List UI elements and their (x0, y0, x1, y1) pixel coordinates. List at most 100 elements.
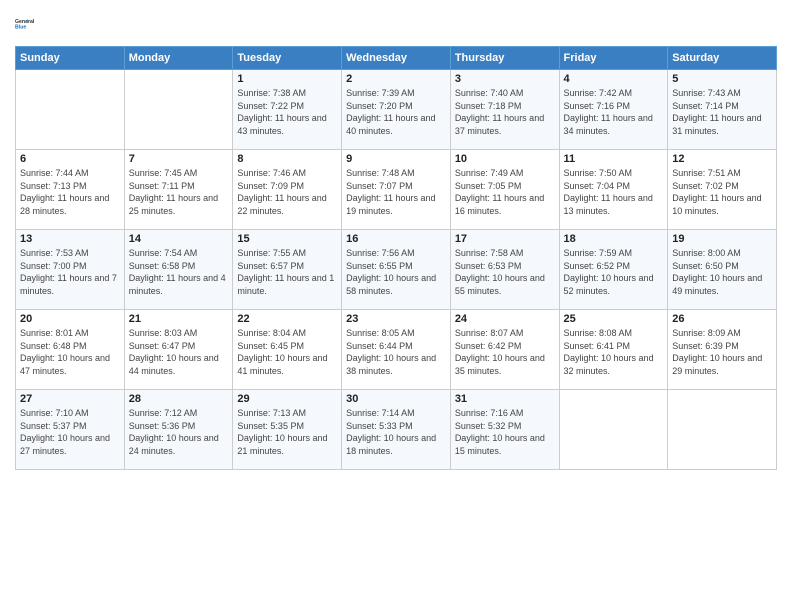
day-number: 8 (237, 153, 337, 165)
day-info: Sunrise: 7:39 AMSunset: 7:20 PMDaylight:… (346, 87, 446, 137)
day-cell: 7 Sunrise: 7:45 AMSunset: 7:11 PMDayligh… (124, 150, 233, 230)
day-info: Sunrise: 7:58 AMSunset: 6:53 PMDaylight:… (455, 247, 555, 297)
day-cell: 4 Sunrise: 7:42 AMSunset: 7:16 PMDayligh… (559, 70, 668, 150)
logo: General Blue (15, 10, 43, 38)
day-info: Sunrise: 7:13 AMSunset: 5:35 PMDaylight:… (237, 407, 337, 457)
day-number: 5 (672, 73, 772, 85)
day-info: Sunrise: 8:04 AMSunset: 6:45 PMDaylight:… (237, 327, 337, 377)
day-cell: 3 Sunrise: 7:40 AMSunset: 7:18 PMDayligh… (450, 70, 559, 150)
day-number: 27 (20, 393, 120, 405)
day-cell: 29 Sunrise: 7:13 AMSunset: 5:35 PMDaylig… (233, 390, 342, 470)
day-cell: 14 Sunrise: 7:54 AMSunset: 6:58 PMDaylig… (124, 230, 233, 310)
day-info: Sunrise: 8:00 AMSunset: 6:50 PMDaylight:… (672, 247, 772, 297)
day-number: 10 (455, 153, 555, 165)
day-number: 12 (672, 153, 772, 165)
day-cell: 25 Sunrise: 8:08 AMSunset: 6:41 PMDaylig… (559, 310, 668, 390)
col-header-friday: Friday (559, 47, 668, 70)
day-info: Sunrise: 7:49 AMSunset: 7:05 PMDaylight:… (455, 167, 555, 217)
day-number: 7 (129, 153, 229, 165)
day-info: Sunrise: 7:51 AMSunset: 7:02 PMDaylight:… (672, 167, 772, 217)
day-info: Sunrise: 7:43 AMSunset: 7:14 PMDaylight:… (672, 87, 772, 137)
svg-text:Blue: Blue (15, 24, 26, 30)
day-number: 11 (564, 153, 664, 165)
day-cell: 13 Sunrise: 7:53 AMSunset: 7:00 PMDaylig… (16, 230, 125, 310)
day-cell: 11 Sunrise: 7:50 AMSunset: 7:04 PMDaylig… (559, 150, 668, 230)
day-cell (668, 390, 777, 470)
day-cell: 1 Sunrise: 7:38 AMSunset: 7:22 PMDayligh… (233, 70, 342, 150)
day-cell: 6 Sunrise: 7:44 AMSunset: 7:13 PMDayligh… (16, 150, 125, 230)
day-cell: 18 Sunrise: 7:59 AMSunset: 6:52 PMDaylig… (559, 230, 668, 310)
day-info: Sunrise: 7:10 AMSunset: 5:37 PMDaylight:… (20, 407, 120, 457)
day-cell: 15 Sunrise: 7:55 AMSunset: 6:57 PMDaylig… (233, 230, 342, 310)
day-number: 4 (564, 73, 664, 85)
col-header-wednesday: Wednesday (342, 47, 451, 70)
day-cell: 27 Sunrise: 7:10 AMSunset: 5:37 PMDaylig… (16, 390, 125, 470)
day-number: 14 (129, 233, 229, 245)
day-number: 30 (346, 393, 446, 405)
day-cell: 31 Sunrise: 7:16 AMSunset: 5:32 PMDaylig… (450, 390, 559, 470)
day-number: 31 (455, 393, 555, 405)
day-number: 26 (672, 313, 772, 325)
day-info: Sunrise: 8:09 AMSunset: 6:39 PMDaylight:… (672, 327, 772, 377)
header: General Blue (15, 10, 777, 38)
header-row: SundayMondayTuesdayWednesdayThursdayFrid… (16, 47, 777, 70)
day-info: Sunrise: 7:40 AMSunset: 7:18 PMDaylight:… (455, 87, 555, 137)
day-number: 2 (346, 73, 446, 85)
day-cell: 2 Sunrise: 7:39 AMSunset: 7:20 PMDayligh… (342, 70, 451, 150)
day-number: 13 (20, 233, 120, 245)
col-header-monday: Monday (124, 47, 233, 70)
day-info: Sunrise: 7:56 AMSunset: 6:55 PMDaylight:… (346, 247, 446, 297)
week-row-5: 27 Sunrise: 7:10 AMSunset: 5:37 PMDaylig… (16, 390, 777, 470)
day-cell: 5 Sunrise: 7:43 AMSunset: 7:14 PMDayligh… (668, 70, 777, 150)
col-header-thursday: Thursday (450, 47, 559, 70)
day-number: 18 (564, 233, 664, 245)
day-number: 16 (346, 233, 446, 245)
day-cell: 9 Sunrise: 7:48 AMSunset: 7:07 PMDayligh… (342, 150, 451, 230)
day-cell: 20 Sunrise: 8:01 AMSunset: 6:48 PMDaylig… (16, 310, 125, 390)
col-header-tuesday: Tuesday (233, 47, 342, 70)
day-info: Sunrise: 7:45 AMSunset: 7:11 PMDaylight:… (129, 167, 229, 217)
day-info: Sunrise: 8:07 AMSunset: 6:42 PMDaylight:… (455, 327, 555, 377)
day-info: Sunrise: 8:05 AMSunset: 6:44 PMDaylight:… (346, 327, 446, 377)
day-info: Sunrise: 7:55 AMSunset: 6:57 PMDaylight:… (237, 247, 337, 297)
day-number: 21 (129, 313, 229, 325)
day-number: 24 (455, 313, 555, 325)
day-info: Sunrise: 7:38 AMSunset: 7:22 PMDaylight:… (237, 87, 337, 137)
day-cell: 22 Sunrise: 8:04 AMSunset: 6:45 PMDaylig… (233, 310, 342, 390)
day-cell (559, 390, 668, 470)
day-number: 9 (346, 153, 446, 165)
day-cell: 16 Sunrise: 7:56 AMSunset: 6:55 PMDaylig… (342, 230, 451, 310)
day-info: Sunrise: 8:03 AMSunset: 6:47 PMDaylight:… (129, 327, 229, 377)
day-number: 25 (564, 313, 664, 325)
day-number: 23 (346, 313, 446, 325)
day-info: Sunrise: 7:50 AMSunset: 7:04 PMDaylight:… (564, 167, 664, 217)
day-number: 3 (455, 73, 555, 85)
day-info: Sunrise: 7:53 AMSunset: 7:00 PMDaylight:… (20, 247, 120, 297)
day-cell: 24 Sunrise: 8:07 AMSunset: 6:42 PMDaylig… (450, 310, 559, 390)
day-number: 28 (129, 393, 229, 405)
day-cell: 30 Sunrise: 7:14 AMSunset: 5:33 PMDaylig… (342, 390, 451, 470)
day-number: 29 (237, 393, 337, 405)
col-header-sunday: Sunday (16, 47, 125, 70)
day-info: Sunrise: 7:48 AMSunset: 7:07 PMDaylight:… (346, 167, 446, 217)
week-row-3: 13 Sunrise: 7:53 AMSunset: 7:00 PMDaylig… (16, 230, 777, 310)
day-number: 6 (20, 153, 120, 165)
day-info: Sunrise: 7:54 AMSunset: 6:58 PMDaylight:… (129, 247, 229, 297)
day-cell: 21 Sunrise: 8:03 AMSunset: 6:47 PMDaylig… (124, 310, 233, 390)
day-number: 19 (672, 233, 772, 245)
day-info: Sunrise: 7:14 AMSunset: 5:33 PMDaylight:… (346, 407, 446, 457)
day-cell: 8 Sunrise: 7:46 AMSunset: 7:09 PMDayligh… (233, 150, 342, 230)
day-info: Sunrise: 7:59 AMSunset: 6:52 PMDaylight:… (564, 247, 664, 297)
day-info: Sunrise: 8:08 AMSunset: 6:41 PMDaylight:… (564, 327, 664, 377)
day-cell (124, 70, 233, 150)
day-cell: 26 Sunrise: 8:09 AMSunset: 6:39 PMDaylig… (668, 310, 777, 390)
day-number: 22 (237, 313, 337, 325)
day-info: Sunrise: 7:44 AMSunset: 7:13 PMDaylight:… (20, 167, 120, 217)
day-cell: 23 Sunrise: 8:05 AMSunset: 6:44 PMDaylig… (342, 310, 451, 390)
day-cell: 28 Sunrise: 7:12 AMSunset: 5:36 PMDaylig… (124, 390, 233, 470)
day-info: Sunrise: 7:42 AMSunset: 7:16 PMDaylight:… (564, 87, 664, 137)
day-number: 15 (237, 233, 337, 245)
logo-icon: General Blue (15, 10, 43, 38)
day-cell: 19 Sunrise: 8:00 AMSunset: 6:50 PMDaylig… (668, 230, 777, 310)
day-number: 1 (237, 73, 337, 85)
